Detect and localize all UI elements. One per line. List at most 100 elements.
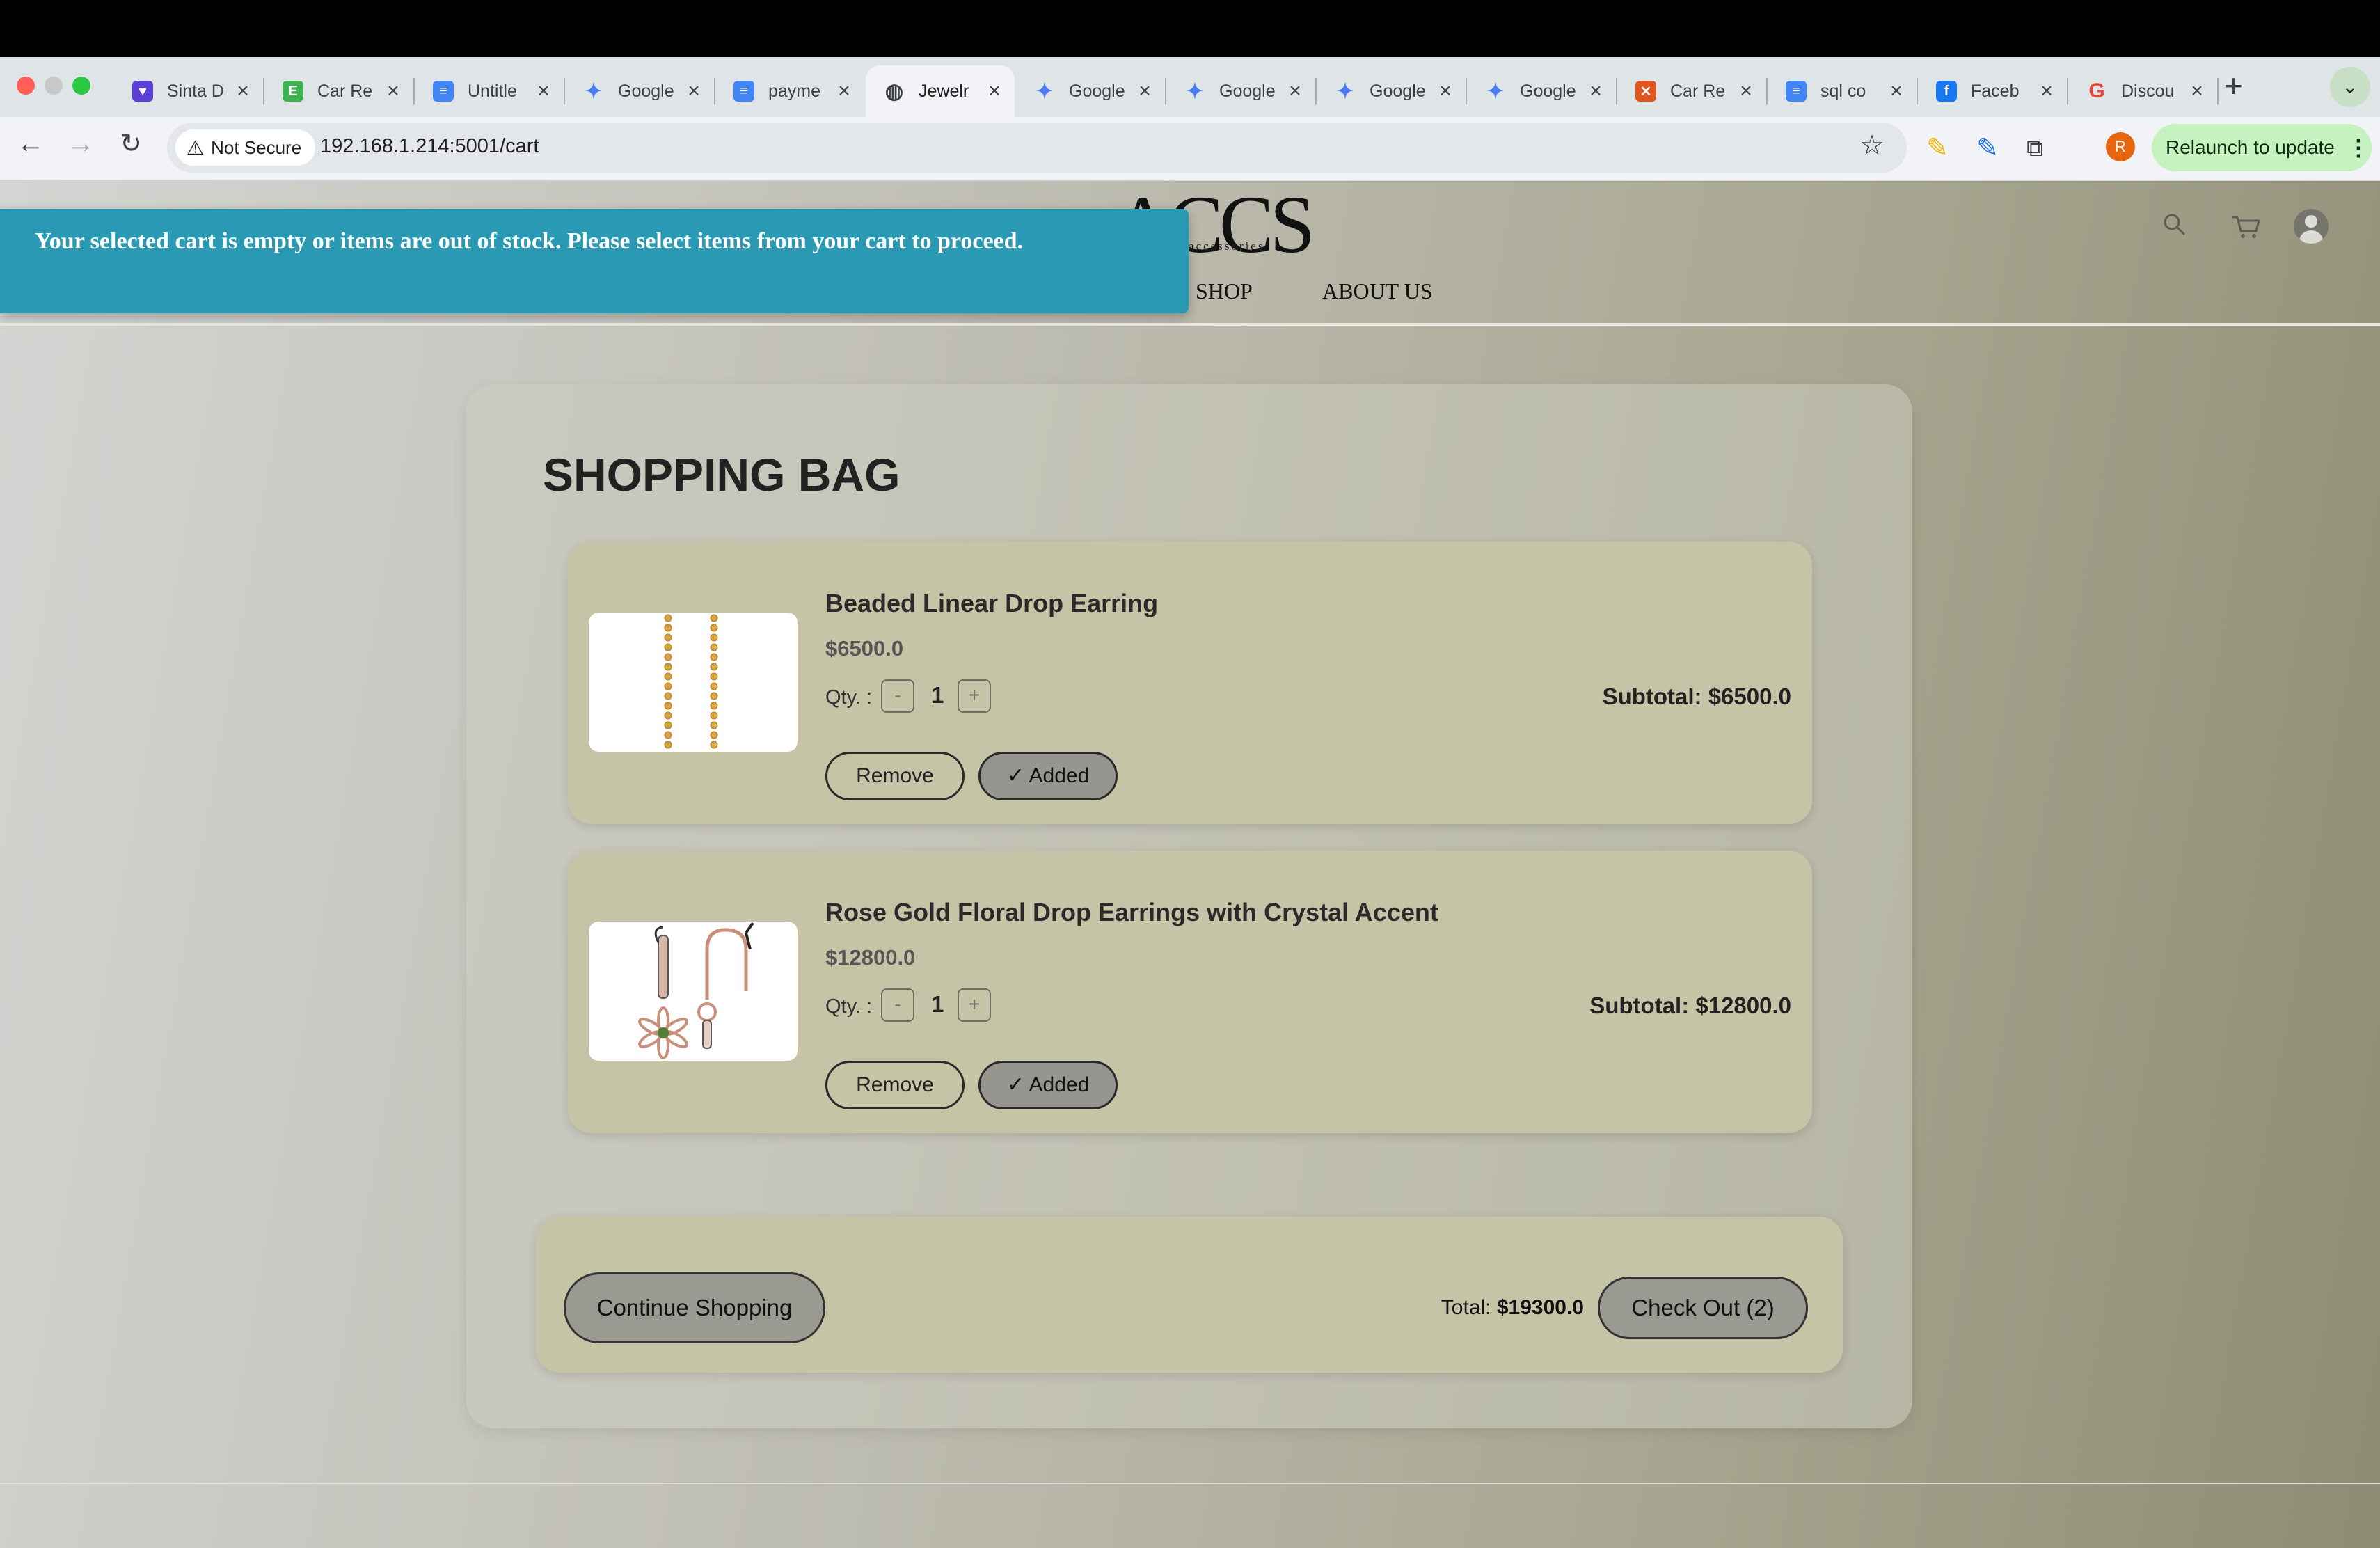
reload-icon[interactable]: ↻	[110, 128, 152, 159]
product-name[interactable]: Rose Gold Floral Drop Earrings with Crys…	[825, 898, 1438, 927]
warning-triangle-icon: ⚠	[187, 136, 205, 159]
cart-summary: Continue Shopping Total: $19300.0 Check …	[536, 1217, 1843, 1373]
facebook-icon: f	[1936, 81, 1957, 102]
browser-tab[interactable]: E Car Re ×	[264, 65, 413, 117]
back-icon[interactable]: ←	[10, 128, 51, 159]
remove-button[interactable]: Remove	[825, 1061, 965, 1109]
gemini-icon: ✦	[1486, 79, 1505, 103]
tab-close-icon[interactable]: ×	[232, 79, 253, 103]
browser-tab[interactable]: ♥ Sinta D ×	[114, 65, 263, 117]
qty-increase-button[interactable]: +	[958, 988, 991, 1022]
search-icon[interactable]	[2161, 212, 2187, 237]
empty-cart-alert: Your selected cart is empty or items are…	[0, 209, 1189, 313]
cart-icon[interactable]	[2231, 213, 2262, 241]
tab-close-icon[interactable]: ×	[1435, 79, 1456, 103]
tab-close-icon[interactable]: ×	[2187, 79, 2207, 103]
close-window-button[interactable]	[17, 77, 35, 95]
tab-title: Sinta D	[167, 81, 224, 101]
qty-decrease-button[interactable]: -	[881, 988, 914, 1022]
total-value: $19300.0	[1496, 1296, 1584, 1319]
browser-tab[interactable]: ≡ sql co ×	[1768, 65, 1917, 117]
relaunch-label: Relaunch to update	[2166, 136, 2335, 158]
tab-close-icon[interactable]: ×	[1285, 79, 1306, 103]
tab-close-icon[interactable]: ×	[1886, 79, 1907, 103]
browser-tab[interactable]: ✕ Car Re ×	[1617, 65, 1766, 117]
page-title: SHOPPING BAG	[543, 449, 901, 500]
item-subtotal: Subtotal: $12800.0	[1589, 993, 1791, 1018]
alert-message: Your selected cart is empty or items are…	[35, 228, 1024, 254]
more-menu-icon[interactable]: ⋮	[2347, 134, 2370, 161]
gemini-icon: ✦	[1186, 79, 1204, 103]
tab-title: Jewelr	[919, 81, 969, 101]
system-menu-bar	[0, 0, 2380, 57]
forward-icon[interactable]: →	[60, 128, 102, 159]
remove-button[interactable]: Remove	[825, 752, 965, 800]
bookmark-star-icon[interactable]: ☆	[1859, 129, 1885, 161]
tab-title: Untitle	[468, 81, 517, 101]
profile-avatar[interactable]: R	[2106, 132, 2135, 161]
product-name[interactable]: Beaded Linear Drop Earring	[825, 589, 1158, 618]
browser-tab[interactable]: ✦ Google ×	[1317, 65, 1466, 117]
tab-close-icon[interactable]: ×	[1134, 79, 1155, 103]
browser-tab[interactable]: ✦ Google ×	[565, 65, 714, 117]
qty-value: 1	[931, 991, 944, 1017]
tab-title: Faceb	[1971, 81, 2020, 101]
browser-tab[interactable]: G Discou ×	[2068, 65, 2217, 117]
checkout-button[interactable]: Check Out (2)	[1598, 1277, 1808, 1339]
browser-tab[interactable]: ✦ Google ×	[1166, 65, 1315, 117]
gemini-icon: ✦	[1036, 79, 1054, 103]
tab-close-icon[interactable]: ×	[834, 79, 855, 103]
gemini-icon: ✦	[585, 79, 603, 103]
page-viewport: ACCS accessories SHOP ABOUT US Your sele…	[0, 181, 2380, 1548]
minimize-window-button[interactable]	[45, 77, 63, 95]
qty-decrease-button[interactable]: -	[881, 679, 914, 713]
security-label: Not Secure	[211, 136, 302, 158]
nav-about-us[interactable]: ABOUT US	[1322, 278, 1433, 304]
product-price: $6500.0	[825, 636, 904, 661]
tab-title: Google	[1520, 81, 1576, 101]
added-toggle-button[interactable]: ✓ Added	[978, 752, 1118, 800]
qty-label: Qty. :	[825, 995, 873, 1018]
google-g-icon: G	[2088, 79, 2105, 102]
new-tab-button[interactable]: +	[2224, 67, 2243, 104]
e-logo-icon: E	[283, 81, 303, 102]
account-icon[interactable]	[2294, 209, 2329, 244]
highlighter-extension-icon[interactable]: ✎	[1926, 132, 1949, 164]
browser-tab[interactable]: ◍ Jewelr ×	[866, 65, 1015, 117]
tab-title: Discou	[2121, 81, 2175, 101]
tab-close-icon[interactable]: ×	[383, 79, 404, 103]
added-toggle-button[interactable]: ✓ Added	[978, 1061, 1118, 1109]
browser-tab[interactable]: ✦ Google ×	[1467, 65, 1616, 117]
url-text[interactable]: 192.168.1.214:5001/cart	[320, 135, 539, 158]
tab-close-icon[interactable]: ×	[2036, 79, 2057, 103]
browser-tab[interactable]: f Faceb ×	[1918, 65, 2067, 117]
product-price: $12800.0	[825, 945, 916, 970]
tab-close-icon[interactable]: ×	[1585, 79, 1606, 103]
gemini-icon: ✦	[1336, 79, 1354, 103]
product-image-beaded-earring[interactable]	[589, 613, 798, 752]
total-label: Total:	[1441, 1296, 1491, 1319]
tab-close-icon[interactable]: ×	[1736, 79, 1756, 103]
browser-tab[interactable]: ✦ Google ×	[1016, 65, 1165, 117]
relaunch-button[interactable]: Relaunch to update ⋮	[2152, 124, 2372, 171]
product-image-floral-earrings[interactable]	[589, 922, 798, 1061]
tab-title: Google	[1069, 81, 1125, 101]
browser-tab[interactable]: ≡ payme ×	[715, 65, 864, 117]
tab-search-button[interactable]: ⌄	[2330, 67, 2370, 107]
shopping-bag-panel: SHOPPING BAG Beaded Linear Drop Earring …	[466, 384, 1912, 1428]
qty-increase-button[interactable]: +	[958, 679, 991, 713]
footer-divider	[0, 1483, 2380, 1484]
extensions-puzzle-icon[interactable]: ⧉	[2026, 135, 2043, 162]
tab-separator	[2217, 78, 2219, 104]
zoom-window-button[interactable]	[72, 77, 90, 95]
tab-close-icon[interactable]: ×	[533, 79, 554, 103]
qty-label: Qty. :	[825, 686, 873, 709]
tab-close-icon[interactable]: ×	[984, 79, 1005, 103]
nav-shop[interactable]: SHOP	[1196, 278, 1253, 304]
globe-icon: ◍	[884, 79, 904, 103]
security-chip[interactable]: ⚠ Not Secure	[175, 129, 316, 166]
continue-shopping-button[interactable]: Continue Shopping	[564, 1272, 825, 1343]
browser-tab[interactable]: ≡ Untitle ×	[415, 65, 564, 117]
pen-extension-icon[interactable]: ✎	[1976, 132, 1999, 164]
tab-close-icon[interactable]: ×	[683, 79, 704, 103]
